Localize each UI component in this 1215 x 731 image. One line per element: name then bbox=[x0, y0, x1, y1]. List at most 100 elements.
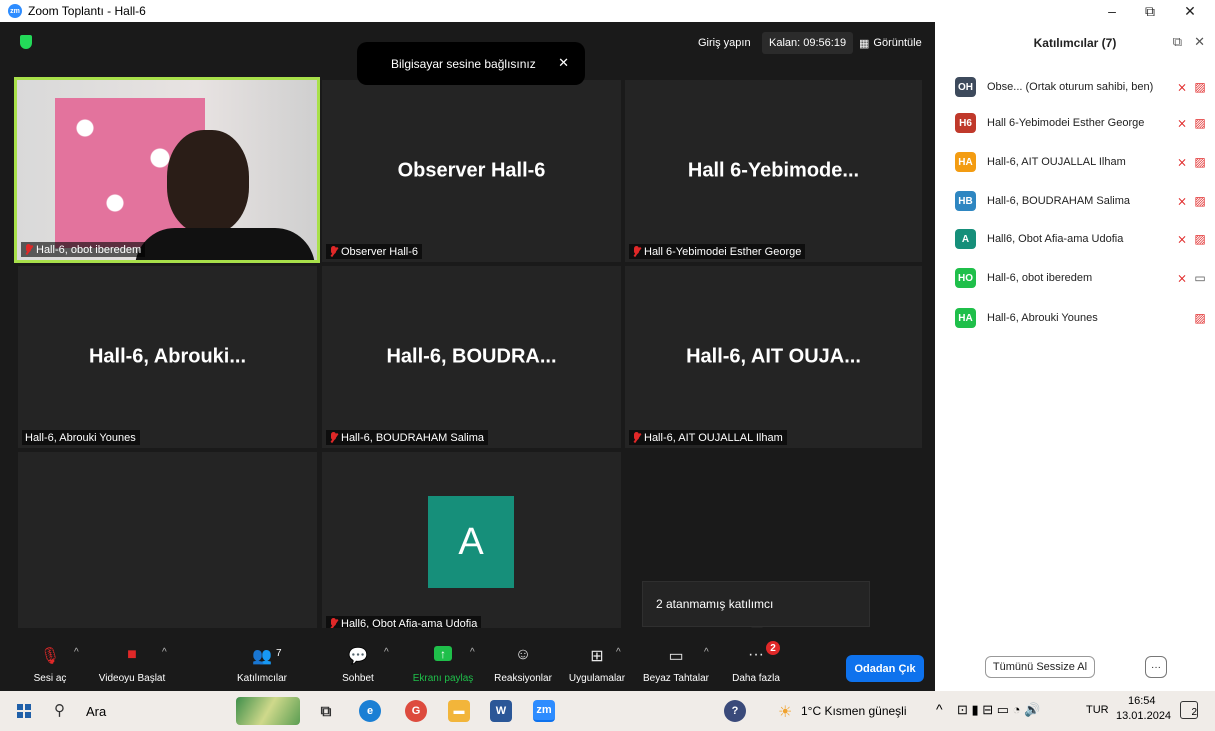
mic-muted-icon: ⨯ bbox=[1176, 194, 1188, 208]
tile-name-label: Hall-6, Abrouki Younes bbox=[22, 430, 140, 445]
chrome-icon[interactable]: G bbox=[405, 700, 427, 722]
task-view-icon[interactable]: ⧉ bbox=[315, 700, 337, 722]
audio-options-caret-icon[interactable]: ^ bbox=[74, 647, 79, 658]
tray-chevron-icon[interactable]: ^ bbox=[936, 701, 943, 717]
weather-text[interactable]: 1°C Kısmen güneşli bbox=[801, 704, 907, 718]
search-highlight-image bbox=[236, 697, 300, 725]
participant-row[interactable]: A Hall6, Obot Afia-ama Udofia ⨯ ▨ bbox=[955, 229, 1209, 249]
mic-muted-icon bbox=[632, 246, 641, 257]
whiteboards-button[interactable]: ▭ Beyaz Tahtalar bbox=[638, 628, 714, 691]
remaining-time: Kalan: 09:56:19 bbox=[762, 32, 854, 54]
window-title: Zoom Toplantı - Hall-6 bbox=[28, 4, 146, 18]
clock-date[interactable]: 13.01.2024 bbox=[1116, 710, 1171, 722]
video-tile-self[interactable]: Hall-6, obot iberedem bbox=[14, 77, 320, 263]
video-options-caret-icon[interactable]: ^ bbox=[162, 647, 167, 658]
tile-display-name: Hall-6, AIT OUJA... bbox=[686, 345, 861, 368]
tray-icons[interactable]: ⊡ ▮ ⊟ ▭ ◔ 🔊 bbox=[957, 702, 1040, 718]
participant-row[interactable]: HB Hall-6, BOUDRAHAM Salima ⨯ ▨ bbox=[955, 191, 1209, 211]
tile-name-label: Hall 6-Yebimodei Esther George bbox=[629, 244, 806, 259]
participants-button[interactable]: 👥 Katılımcılar bbox=[232, 628, 292, 691]
tile-name-label: Hall-6, AIT OUJALLAL Ilham bbox=[629, 430, 787, 445]
video-tile-observer[interactable]: Observer Hall-6 Observer Hall-6 bbox=[322, 80, 621, 262]
weather-icon[interactable]: ☀ bbox=[778, 702, 792, 722]
clock-time[interactable]: 16:54 bbox=[1128, 695, 1156, 707]
participant-name: Hall-6, AIT OUJALLAL Ilham bbox=[987, 156, 1126, 168]
tile-label-text: Hall-6, Abrouki Younes bbox=[25, 431, 136, 444]
chat-button[interactable]: 💬 Sohbet bbox=[336, 628, 380, 691]
participant-avatar: H6 bbox=[955, 113, 976, 133]
apps-label: Uygulamalar bbox=[568, 673, 626, 684]
participant-name: Obse... (Ortak oturum sahibi, ben) bbox=[987, 81, 1154, 93]
video-tile-abrouki[interactable]: Hall-6, Abrouki... Hall-6, Abrouki Youne… bbox=[18, 266, 317, 448]
start-video-button[interactable]: ■ Videoyu Başlat bbox=[92, 628, 172, 691]
file-explorer-icon[interactable]: ▬ bbox=[448, 700, 470, 722]
start-video-label: Videoyu Başlat bbox=[98, 673, 166, 684]
video-tile-afia-ama[interactable]: A Hall6, Obot Afia-ama Udofia bbox=[322, 452, 621, 634]
word-icon[interactable]: W bbox=[490, 700, 512, 722]
mic-muted-icon bbox=[329, 246, 338, 257]
share-screen-label: Ekranı paylaş bbox=[412, 673, 474, 684]
participants-panel: Katılımcılar (7) ⧉ ✕ OH Obse... (Ortak o… bbox=[935, 22, 1215, 691]
signin-button[interactable]: Giriş yapın bbox=[691, 32, 758, 54]
camera-off-icon: ▨ bbox=[1194, 194, 1206, 208]
tile-label-text: Observer Hall-6 bbox=[341, 245, 419, 258]
more-button[interactable]: ··· Daha fazla bbox=[728, 628, 784, 691]
toast-close-icon[interactable]: ✕ bbox=[558, 55, 569, 71]
video-tile-ait-oujallal[interactable]: Hall-6, AIT OUJA... Hall-6, AIT OUJALLAL… bbox=[625, 266, 922, 448]
participant-name: Hall6, Obot Afia-ama Udofia bbox=[987, 233, 1124, 245]
participant-name: Hall 6-Yebimodei Esther George bbox=[987, 117, 1145, 129]
security-shield-icon[interactable] bbox=[20, 35, 32, 49]
tile-label-text: Hall-6, BOUDRAHAM Salima bbox=[341, 431, 485, 444]
camera-off-icon: ▨ bbox=[1194, 311, 1206, 325]
participant-avatar: A bbox=[428, 496, 514, 588]
panel-close-icon[interactable]: ✕ bbox=[1194, 34, 1205, 50]
participant-row[interactable]: HO Hall-6, obot iberedem ⨯ ▭ bbox=[955, 268, 1209, 288]
mic-muted-icon bbox=[632, 432, 641, 443]
participant-row[interactable]: OH Obse... (Ortak oturum sahibi, ben) ⨯ … bbox=[955, 77, 1209, 97]
unassigned-participants-popup[interactable]: 2 atanmamış katılımcı bbox=[642, 581, 870, 633]
help-icon[interactable]: ? bbox=[724, 700, 746, 722]
participant-row[interactable]: H6 Hall 6-Yebimodei Esther George ⨯ ▨ bbox=[955, 113, 1209, 133]
popout-icon[interactable]: ⧉ bbox=[1173, 34, 1182, 50]
taskbar-search[interactable]: Ara bbox=[86, 704, 106, 719]
unmute-label: Sesi aç bbox=[33, 673, 67, 684]
windows-start-icon[interactable] bbox=[17, 704, 31, 718]
zoom-logo-icon: zm bbox=[8, 4, 22, 18]
participant-body bbox=[135, 228, 315, 260]
panel-more-button[interactable]: ··· bbox=[1145, 656, 1167, 678]
participant-avatar: A bbox=[955, 229, 976, 249]
close-window-button[interactable]: ✕ bbox=[1168, 0, 1212, 22]
reactions-label: Reaksiyonlar bbox=[494, 673, 552, 684]
video-tile-yebimodei[interactable]: Hall 6-Yebimode... Hall 6-Yebimodei Esth… bbox=[625, 80, 922, 262]
audio-connected-toast: Bilgisayar sesine bağlısınız ✕ bbox=[357, 42, 585, 85]
chat-icon: 💬 bbox=[348, 648, 368, 665]
participant-row[interactable]: HA Hall-6, Abrouki Younes ▨ bbox=[955, 308, 1209, 328]
apps-button[interactable]: ⊞ Uygulamalar bbox=[564, 628, 630, 691]
apps-options-caret-icon[interactable]: ^ bbox=[616, 647, 621, 658]
share-screen-button[interactable]: ↑ Ekranı paylaş bbox=[408, 628, 478, 691]
mute-all-button[interactable]: Tümünü Sessize Al bbox=[985, 656, 1095, 678]
windows-taskbar: ⚲ Ara ⧉ e G ▬ W zm ? ☀ 1°C Kısmen güneşl… bbox=[0, 691, 1215, 731]
participant-avatar: OH bbox=[955, 77, 976, 97]
notification-center-icon[interactable]: 2 bbox=[1180, 701, 1198, 719]
unmute-button[interactable]: 🎙 Sesi aç bbox=[28, 628, 72, 691]
edge-icon[interactable]: e bbox=[359, 700, 381, 722]
leave-button[interactable]: Odadan Çık bbox=[846, 655, 924, 682]
chat-options-caret-icon[interactable]: ^ bbox=[384, 647, 389, 658]
reactions-button[interactable]: ☺ Reaksiyonlar bbox=[490, 628, 556, 691]
language-indicator[interactable]: TUR bbox=[1086, 704, 1109, 716]
reactions-icon: ☺ bbox=[514, 646, 532, 663]
share-options-caret-icon[interactable]: ^ bbox=[470, 647, 475, 658]
video-tile-boudraham[interactable]: Hall-6, BOUDRA... Hall-6, BOUDRAHAM Sali… bbox=[322, 266, 621, 448]
view-button[interactable]: ▦ Görüntüle bbox=[852, 32, 929, 54]
participant-row[interactable]: HA Hall-6, AIT OUJALLAL Ilham ⨯ ▨ bbox=[955, 152, 1209, 172]
whiteboard-options-caret-icon[interactable]: ^ bbox=[704, 647, 709, 658]
mic-muted-icon: ⨯ bbox=[1176, 271, 1188, 285]
search-icon[interactable]: ⚲ bbox=[54, 701, 65, 719]
camera-off-icon: ▨ bbox=[1194, 80, 1206, 94]
restore-button[interactable]: ⧉ bbox=[1128, 0, 1172, 22]
zoom-taskbar-icon[interactable]: zm bbox=[533, 700, 555, 722]
tile-name-label: Hall-6, obot iberedem bbox=[21, 242, 146, 257]
camera-off-icon: ▨ bbox=[1194, 232, 1206, 246]
camera-off-icon: ■ bbox=[127, 646, 137, 663]
